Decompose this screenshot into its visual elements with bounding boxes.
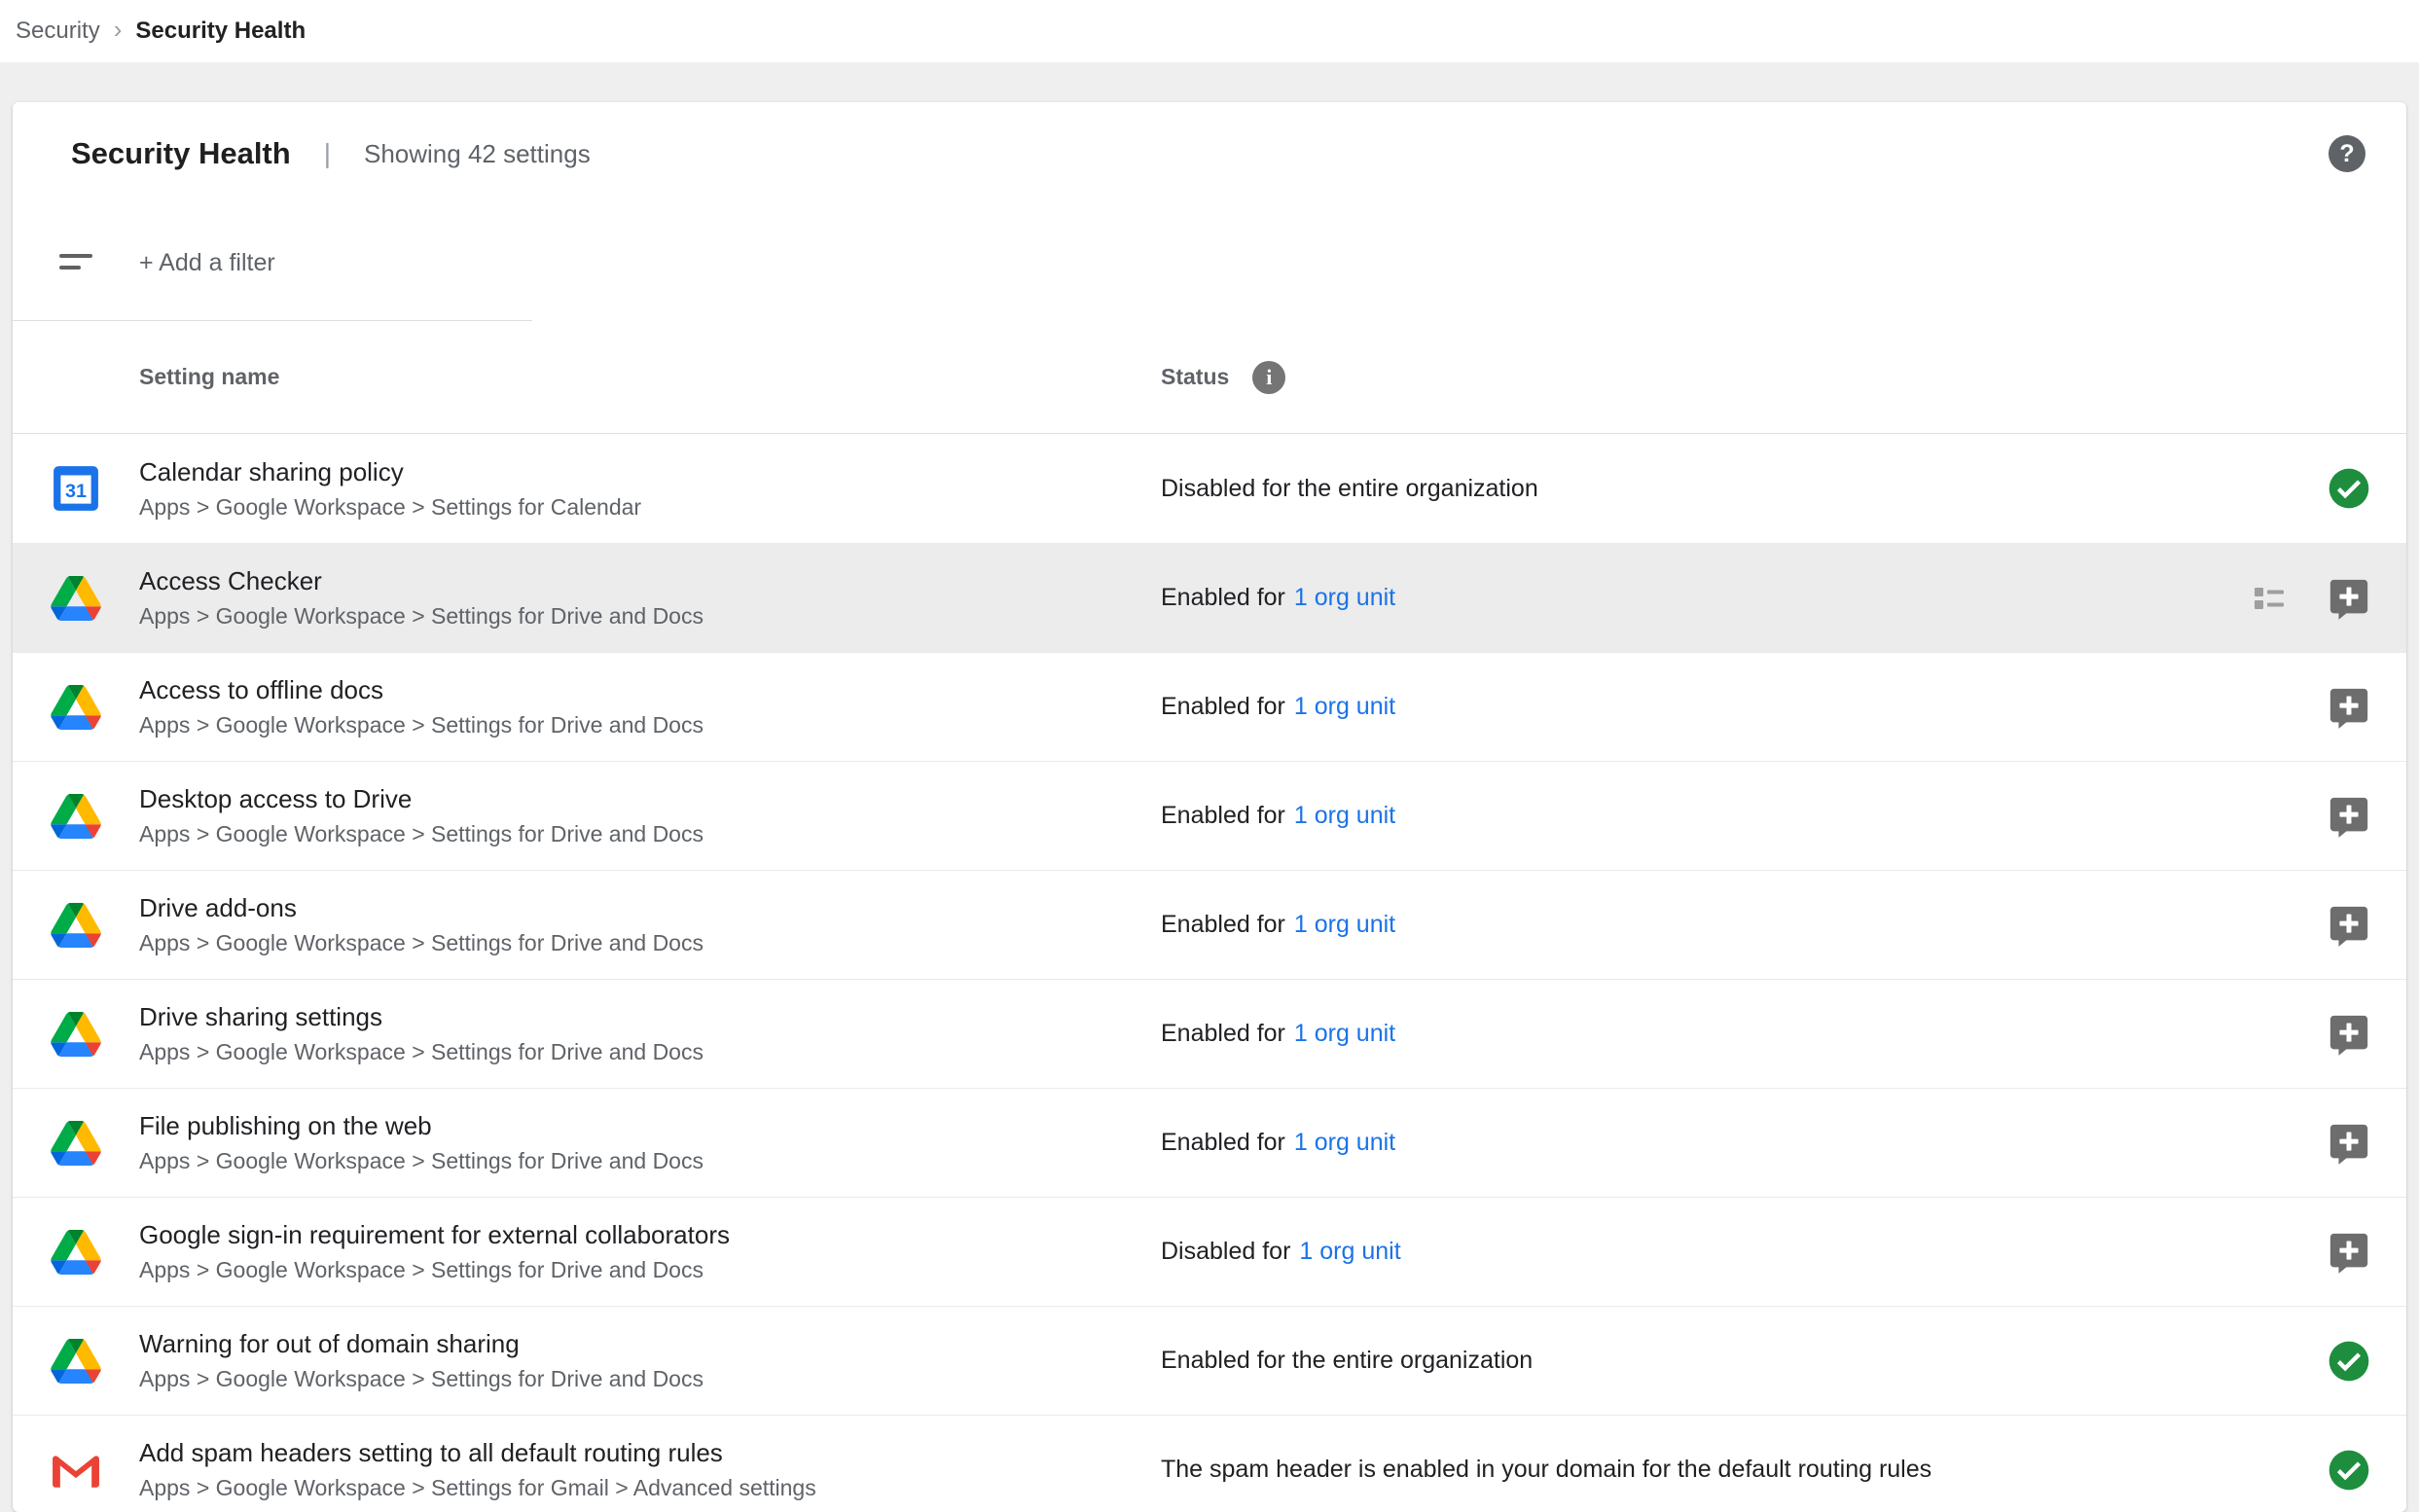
info-glyph: i xyxy=(1266,365,1272,390)
setting-path: Apps > Google Workspace > Settings for D… xyxy=(139,930,1161,956)
add-filter-button[interactable]: + Add a filter xyxy=(139,249,275,277)
recommendation-badge-icon[interactable] xyxy=(2327,1121,2371,1166)
info-icon[interactable]: i xyxy=(1252,361,1285,394)
org-unit-link[interactable]: 1 org unit xyxy=(1294,1020,1395,1048)
setting-path: Apps > Google Workspace > Settings for D… xyxy=(139,603,1161,630)
calendar-icon: 31 xyxy=(52,464,100,513)
breadcrumb-security-link[interactable]: Security xyxy=(16,18,100,45)
status-text: The spam header is enabled in your domai… xyxy=(1161,1456,1932,1484)
status-text: Enabled for xyxy=(1161,1020,1285,1048)
status-text: Enabled for xyxy=(1161,1129,1285,1157)
card-header: Security Health | Showing 42 settings ? xyxy=(13,102,2406,205)
table-row[interactable]: Desktop access to Drive Apps > Google Wo… xyxy=(13,761,2406,870)
setting-path: Apps > Google Workspace > Settings for D… xyxy=(139,1039,1161,1065)
status-text: Disabled for xyxy=(1161,1238,1290,1266)
status-text: Enabled for xyxy=(1161,693,1285,721)
status-column-label: Status xyxy=(1161,364,1229,390)
filter-bar: + Add a filter xyxy=(13,205,2406,320)
setting-name: Add spam headers setting to all default … xyxy=(139,1438,1161,1468)
chevron-right-icon: › xyxy=(114,17,123,42)
setting-path: Apps > Google Workspace > Settings for D… xyxy=(139,821,1161,847)
settings-count: Showing 42 settings xyxy=(364,139,591,169)
page-title: Security Health xyxy=(71,136,291,171)
setting-path: Apps > Google Workspace > Settings for D… xyxy=(139,1148,1161,1174)
table-row[interactable]: Drive sharing settings Apps > Google Wor… xyxy=(13,979,2406,1088)
org-unit-link[interactable]: 1 org unit xyxy=(1294,802,1395,830)
setting-name: Warning for out of domain sharing xyxy=(139,1329,1161,1359)
setting-path: Apps > Google Workspace > Settings for D… xyxy=(139,1257,1161,1283)
setting-name: Desktop access to Drive xyxy=(139,784,1161,814)
recommendation-badge-icon[interactable] xyxy=(2327,903,2371,948)
status-ok-icon xyxy=(2327,1339,2371,1384)
setting-name: Access Checker xyxy=(139,566,1161,596)
setting-path: Apps > Google Workspace > Settings for G… xyxy=(139,1475,1161,1501)
org-unit-link[interactable]: 1 org unit xyxy=(1294,911,1395,939)
drive-icon xyxy=(51,1230,101,1275)
drive-icon xyxy=(51,794,101,839)
security-health-card: Security Health | Showing 42 settings ? … xyxy=(13,102,2406,1512)
breadcrumb-bar: Security › Security Health xyxy=(0,0,2419,62)
table-row[interactable]: Warning for out of domain sharing Apps >… xyxy=(13,1306,2406,1415)
page-body: Security Health | Showing 42 settings ? … xyxy=(0,62,2419,1512)
drive-icon xyxy=(51,1339,101,1384)
status-text: Enabled for xyxy=(1161,802,1285,830)
setting-path: Apps > Google Workspace > Settings for D… xyxy=(139,712,1161,738)
table-header: Setting name Status i xyxy=(13,321,2406,434)
gmail-icon xyxy=(52,1451,100,1490)
view-details-icon[interactable] xyxy=(2253,586,2286,611)
drive-icon xyxy=(51,685,101,730)
svg-text:31: 31 xyxy=(65,481,87,502)
setting-name: Access to offline docs xyxy=(139,675,1161,705)
setting-name: Calendar sharing policy xyxy=(139,457,1161,487)
org-unit-link[interactable]: 1 org unit xyxy=(1294,693,1395,721)
table-row[interactable]: Add spam headers setting to all default … xyxy=(13,1415,2406,1512)
status-text: Enabled for the entire organization xyxy=(1161,1347,1533,1375)
status-ok-icon xyxy=(2327,1448,2371,1493)
org-unit-link[interactable]: 1 org unit xyxy=(1294,584,1395,612)
recommendation-badge-icon[interactable] xyxy=(2327,576,2371,621)
recommendation-badge-icon[interactable] xyxy=(2327,794,2371,839)
setting-name: Drive add-ons xyxy=(139,893,1161,923)
recommendation-badge-icon[interactable] xyxy=(2327,685,2371,730)
title-separator: | xyxy=(324,138,331,169)
drive-icon xyxy=(51,576,101,621)
settings-table-body: 31 Calendar sharing policy Apps > Google… xyxy=(13,434,2406,1512)
status-text: Enabled for xyxy=(1161,911,1285,939)
table-row[interactable]: Access to offline docs Apps > Google Wor… xyxy=(13,652,2406,761)
org-unit-link[interactable]: 1 org unit xyxy=(1294,1129,1395,1157)
drive-icon xyxy=(51,1121,101,1166)
table-row[interactable]: Drive add-ons Apps > Google Workspace > … xyxy=(13,870,2406,979)
status-text: Disabled for the entire organization xyxy=(1161,475,1538,503)
table-row[interactable]: Access Checker Apps > Google Workspace >… xyxy=(13,543,2406,652)
breadcrumb-current-page: Security Health xyxy=(135,18,306,45)
breadcrumb: Security › Security Health xyxy=(16,18,306,45)
help-glyph: ? xyxy=(2339,140,2354,168)
recommendation-badge-icon[interactable] xyxy=(2327,1012,2371,1057)
setting-path: Apps > Google Workspace > Settings for C… xyxy=(139,494,1161,521)
filter-icon xyxy=(59,250,96,275)
org-unit-link[interactable]: 1 org unit xyxy=(1299,1238,1400,1266)
status-text: Enabled for xyxy=(1161,584,1285,612)
table-row[interactable]: 31 Calendar sharing policy Apps > Google… xyxy=(13,434,2406,543)
setting-name: Google sign-in requirement for external … xyxy=(139,1220,1161,1250)
table-row[interactable]: File publishing on the web Apps > Google… xyxy=(13,1088,2406,1197)
column-header-setting-name: Setting name xyxy=(139,364,1161,390)
column-header-status: Status i xyxy=(1161,361,2406,394)
status-ok-icon xyxy=(2327,466,2371,511)
table-row[interactable]: Google sign-in requirement for external … xyxy=(13,1197,2406,1306)
recommendation-badge-icon[interactable] xyxy=(2327,1230,2371,1275)
setting-name: Drive sharing settings xyxy=(139,1002,1161,1032)
drive-icon xyxy=(51,903,101,948)
drive-icon xyxy=(51,1012,101,1057)
setting-path: Apps > Google Workspace > Settings for D… xyxy=(139,1366,1161,1392)
help-icon[interactable]: ? xyxy=(2329,135,2365,172)
setting-name: File publishing on the web xyxy=(139,1111,1161,1141)
